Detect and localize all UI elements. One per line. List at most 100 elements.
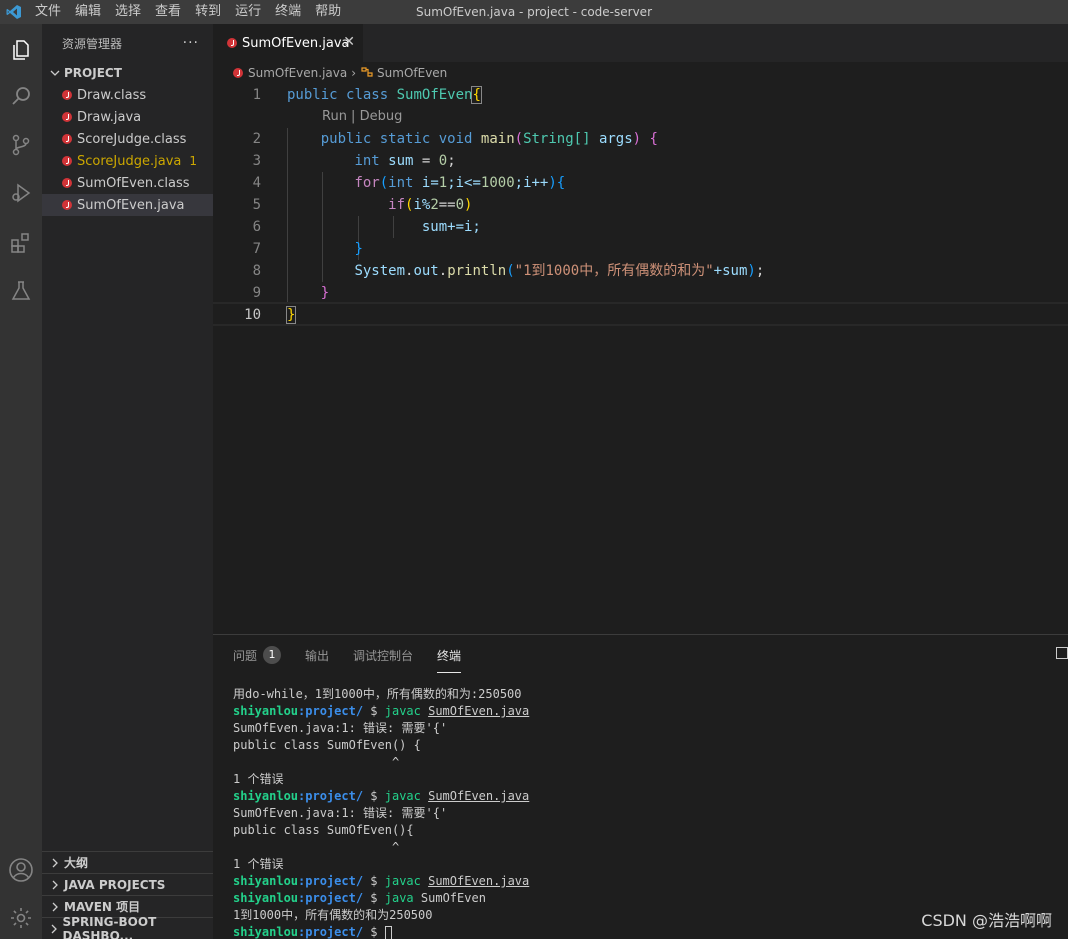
token: i= [421, 175, 439, 191]
line-number: 10 [244, 307, 261, 323]
token: int [354, 153, 380, 169]
close-icon[interactable]: ✕ [343, 34, 355, 50]
spring-boot-section[interactable]: SPRING-BOOT DASHBO... [42, 915, 213, 939]
tab-label: SumOfEven.java [242, 35, 350, 51]
bottom-panel: 问题 1 输出 调试控制台 终端 用do-while，1到1000中，所有偶数的… [213, 634, 1068, 939]
token: ; [447, 153, 456, 169]
settings-gear-icon[interactable] [0, 895, 42, 939]
code-text: sum+=i; [287, 216, 481, 238]
chevron-right-icon: › [351, 66, 357, 80]
token: ) [548, 175, 557, 191]
token: SumOfEven [396, 87, 473, 103]
file-item[interactable]: ScoreJudge.java 1 [42, 150, 213, 172]
file-item-active[interactable]: SumOfEven.java [42, 194, 213, 216]
account-icon[interactable] [0, 847, 42, 893]
terminal-line: 用do-while，1到1000中，所有偶数的和为:250500 [233, 687, 522, 701]
token: { [471, 86, 482, 104]
token: void [438, 131, 473, 147]
sidebar-sections: 大纲 JAVA PROJECTS MAVEN 项目 SPRING-BOOT DA… [42, 851, 213, 939]
command-arg[interactable]: SumOfEven.java [428, 704, 529, 718]
menu-help[interactable]: 帮助 [308, 0, 348, 24]
more-actions-icon[interactable]: ··· [183, 35, 199, 51]
breadcrumb-class[interactable]: SumOfEven [377, 66, 447, 80]
command: javac [384, 874, 421, 888]
token: i% [413, 197, 431, 213]
tab-debug-console[interactable]: 调试控制台 [353, 643, 413, 667]
file-item[interactable]: ScoreJudge.class [42, 128, 213, 150]
menu-run[interactable]: 运行 [228, 0, 268, 24]
java-projects-section[interactable]: JAVA PROJECTS [42, 873, 213, 895]
file-name: ScoreJudge.class [77, 131, 187, 147]
token: = [421, 153, 431, 169]
code-text: System.out.println("1到1000中，所有偶数的和为"+sum… [287, 260, 764, 282]
code-line: 5 if(i%2==0) [213, 194, 1068, 216]
line-number: 7 [252, 241, 261, 257]
run-debug-codelens[interactable]: Run | Debug [322, 106, 402, 128]
source-control-icon[interactable] [0, 122, 42, 168]
run-debug-icon[interactable] [0, 170, 42, 216]
token: static [379, 131, 431, 147]
prompt-dollar: $ [363, 925, 385, 939]
testing-icon[interactable] [0, 268, 42, 314]
token: } [285, 306, 297, 324]
token: String[] [523, 131, 591, 147]
tab-label: 调试控制台 [353, 648, 414, 663]
token: int [388, 175, 414, 191]
java-file-icon [62, 200, 72, 210]
breadcrumb-file[interactable]: SumOfEven.java [248, 66, 347, 80]
search-icon[interactable] [0, 73, 42, 119]
menu-go[interactable]: 转到 [188, 0, 228, 24]
code-text: } [287, 282, 329, 304]
token: System [354, 263, 406, 279]
terminal-output[interactable]: 用do-while，1到1000中，所有偶数的和为:250500 shiyanl… [233, 686, 529, 939]
code-line: 4 for(int i=1;i<=1000;i++){ [213, 172, 1068, 194]
menu-view[interactable]: 查看 [148, 0, 188, 24]
token: out [413, 263, 439, 279]
token: if [388, 197, 406, 213]
command-arg[interactable]: SumOfEven.java [428, 874, 529, 888]
command-arg[interactable]: SumOfEven.java [428, 789, 529, 803]
terminal-cursor[interactable] [384, 925, 392, 939]
menu-file[interactable]: 文件 [28, 0, 68, 24]
menu-bar: 文件 编辑 选择 查看 转到 运行 终端 帮助 [28, 0, 348, 24]
terminal-line: shiyanlou:project/ $ javac SumOfEven.jav… [233, 788, 529, 805]
tab-terminal[interactable]: 终端 [437, 643, 462, 673]
section-label: MAVEN 项目 [64, 900, 141, 914]
tab-label: 输出 [305, 648, 330, 663]
tab-sumofeven[interactable]: SumOfEven.java ✕ [213, 24, 363, 62]
code-editor[interactable]: 1 public class SumOfEven{ Run | Debug 2 … [213, 84, 1068, 634]
extensions-icon[interactable] [0, 220, 42, 266]
tab-problems[interactable]: 问题 1 [233, 643, 282, 667]
maximize-panel-icon[interactable] [1056, 647, 1068, 659]
project-section[interactable]: PROJECT [42, 62, 213, 84]
problems-badge: 1 [263, 646, 282, 664]
vscode-logo-icon [0, 0, 28, 24]
token: 0 [438, 153, 448, 169]
terminal-line: ^ [233, 840, 400, 854]
code-line: 9 } [213, 282, 1068, 304]
file-item[interactable]: Draw.java [42, 106, 213, 128]
menu-edit[interactable]: 编辑 [68, 0, 108, 24]
terminal-line: shiyanlou:project/ $ java SumOfEven [233, 890, 529, 907]
section-label: 大纲 [64, 856, 89, 870]
outline-section[interactable]: 大纲 [42, 851, 213, 873]
menu-selection[interactable]: 选择 [108, 0, 148, 24]
prompt-user: shiyanlou [233, 874, 299, 888]
code-text: int sum = 0; [287, 150, 456, 172]
tab-output[interactable]: 输出 [305, 643, 329, 667]
file-item[interactable]: SumOfEven.class [42, 172, 213, 194]
project-label: PROJECT [64, 66, 122, 80]
files-icon[interactable] [0, 27, 42, 73]
token: ; [755, 263, 765, 279]
token: +sum [713, 263, 748, 279]
terminal-line: 1 个错误 [233, 772, 284, 786]
code-line: 2 public static void main(String[] args)… [213, 128, 1068, 150]
code-line: 7 } [213, 238, 1068, 260]
explorer-header: 资源管理器 ··· [42, 24, 213, 62]
file-item[interactable]: Draw.class [42, 84, 213, 106]
token: public [320, 131, 372, 147]
menu-terminal[interactable]: 终端 [268, 0, 308, 24]
prompt-path: :project/ [298, 891, 364, 905]
prompt-dollar: $ [363, 874, 385, 888]
java-file-icon [62, 178, 72, 188]
